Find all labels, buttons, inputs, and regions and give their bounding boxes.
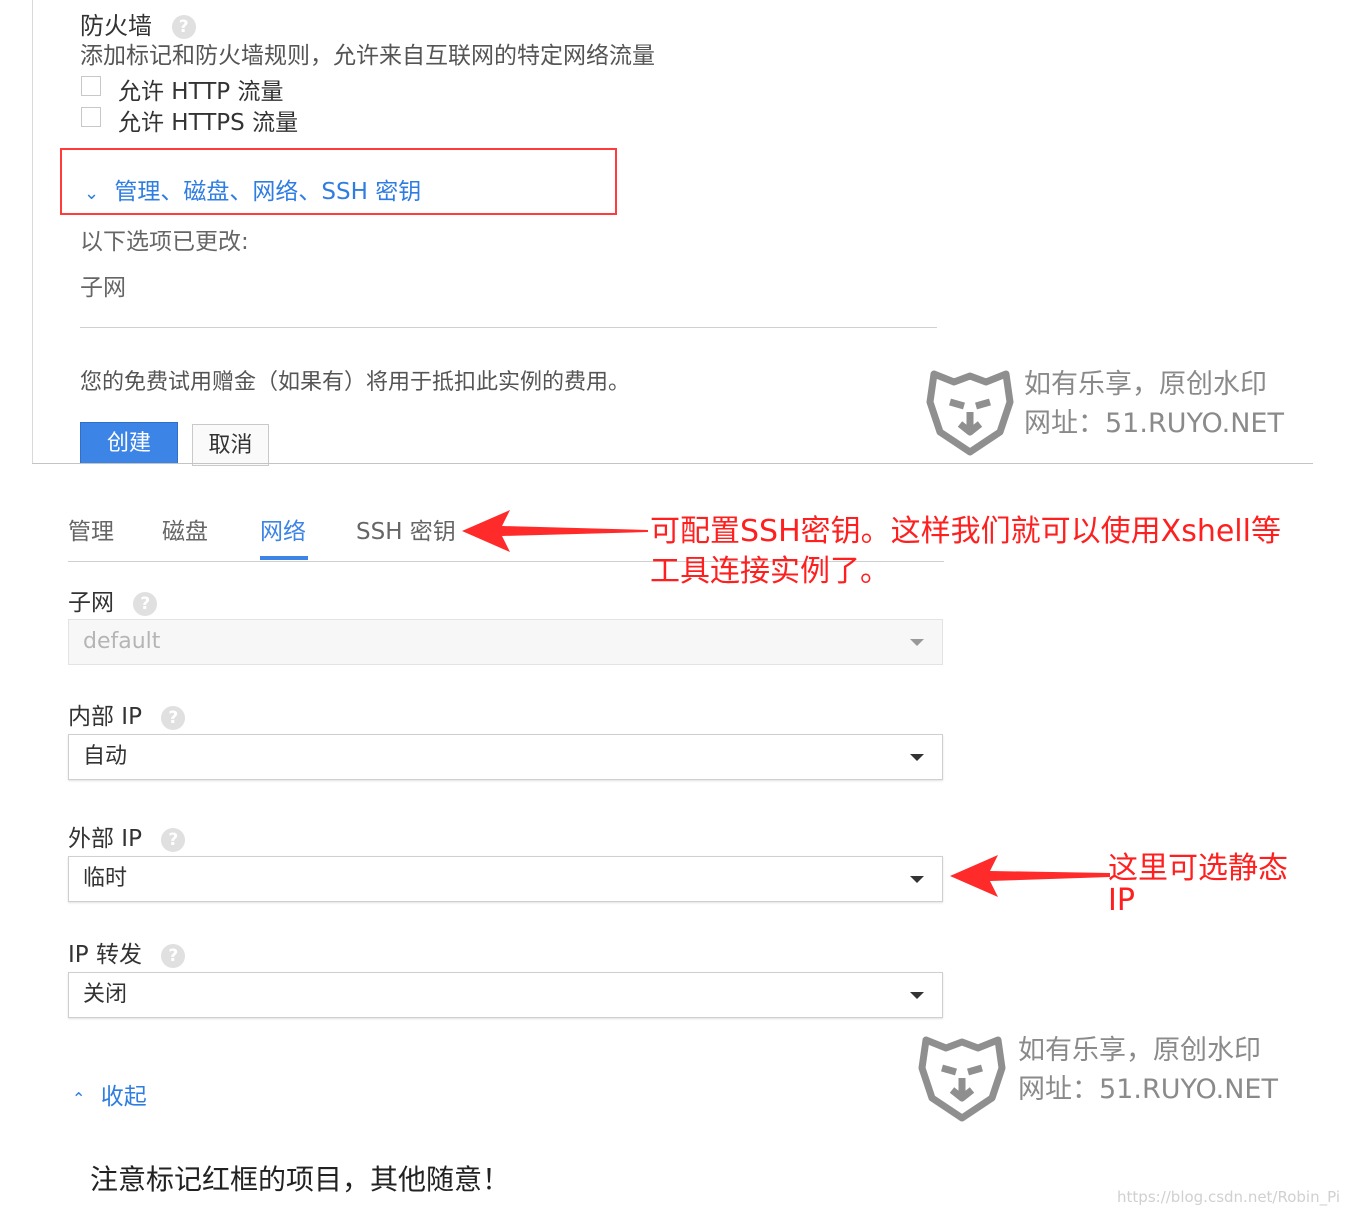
ip-annotation-line2: IP	[1108, 883, 1135, 918]
tab-disks[interactable]: 磁盘	[162, 512, 208, 546]
create-button[interactable]: 创建	[80, 422, 178, 464]
advanced-toggle-label: 管理、磁盘、网络、SSH 密钥	[114, 179, 422, 205]
help-icon[interactable]: ?	[161, 944, 186, 968]
internal-ip-value: 自动	[83, 744, 128, 769]
subnet-value: default	[83, 629, 161, 654]
subnet-label: 子网	[68, 590, 114, 616]
ip-forwarding-value: 关闭	[83, 982, 128, 1007]
allow-https-checkbox[interactable]	[81, 107, 101, 127]
changed-note: 以下选项已更改:	[80, 229, 249, 255]
ip-forwarding-select[interactable]: 关闭	[68, 972, 943, 1018]
active-tab-indicator	[260, 556, 308, 560]
red-arrow-icon	[950, 855, 1110, 897]
chevron-down-icon: ⌄	[84, 183, 100, 204]
help-icon[interactable]: ?	[161, 828, 186, 852]
watermark-line2: 网址：51.RUYO.NET	[1018, 1074, 1278, 1105]
panel-left-border	[32, 0, 33, 463]
caret-down-icon	[910, 876, 924, 883]
allow-http-checkbox[interactable]	[81, 76, 101, 96]
watermark-line2: 网址：51.RUYO.NET	[1024, 408, 1284, 439]
section-divider	[80, 327, 937, 328]
chevron-up-icon: ⌃	[72, 1089, 86, 1108]
changed-item: 子网	[80, 275, 126, 301]
tiger-logo-icon	[926, 370, 1014, 456]
collapse-label: 收起	[100, 1084, 147, 1110]
tiger-logo-icon	[918, 1036, 1006, 1122]
ip-annotation-line1: 这里可选静态	[1108, 851, 1288, 886]
internal-ip-label: 内部 IP	[68, 704, 142, 730]
collapse-toggle[interactable]: ⌃ 收起	[72, 1077, 147, 1111]
tab-management[interactable]: 管理	[68, 512, 114, 546]
internal-ip-label-row: 内部 IP ?	[68, 697, 186, 731]
watermark-line1: 如有乐享，原创水印	[1024, 369, 1267, 400]
advanced-toggle[interactable]: ⌄ 管理、磁盘、网络、SSH 密钥	[84, 172, 421, 206]
allow-http-label[interactable]: 允许 HTTP 流量	[118, 72, 283, 106]
ip-forwarding-label-row: IP 转发 ?	[68, 935, 186, 969]
free-trial-note: 您的免费试用赠金（如果有）将用于抵扣此实例的费用。	[80, 370, 631, 395]
firewall-description: 添加标记和防火墙规则，允许来自互联网的特定网络流量	[80, 43, 655, 69]
help-icon[interactable]: ?	[161, 706, 186, 730]
external-ip-label-row: 外部 IP ?	[68, 819, 186, 853]
red-arrow-icon	[462, 510, 648, 552]
credit-text: https://blog.csdn.net/Robin_Pi	[1117, 1188, 1340, 1206]
caret-down-icon	[910, 639, 924, 646]
ssh-annotation-line2: 工具连接实例了。	[650, 554, 890, 589]
allow-https-label[interactable]: 允许 HTTPS 流量	[118, 103, 298, 137]
footer-note: 注意标记红框的项目，其他随意！	[90, 1163, 511, 1196]
cancel-button[interactable]: 取消	[192, 424, 269, 466]
subnet-label-row: 子网 ?	[68, 583, 158, 617]
external-ip-label: 外部 IP	[68, 826, 142, 852]
help-icon[interactable]: ?	[133, 592, 158, 616]
subnet-select: default	[68, 619, 943, 665]
caret-down-icon	[910, 992, 924, 999]
watermark-line1: 如有乐享，原创水印	[1018, 1035, 1261, 1066]
external-ip-select[interactable]: 临时	[68, 856, 943, 902]
screenshot-divider	[32, 463, 1313, 464]
tab-ssh-keys[interactable]: SSH 密钥	[356, 512, 456, 546]
tab-networking[interactable]: 网络	[260, 512, 306, 546]
external-ip-value: 临时	[83, 866, 128, 891]
ssh-annotation-line1: 可配置SSH密钥。这样我们就可以使用Xshell等	[650, 514, 1281, 549]
ip-forwarding-label: IP 转发	[68, 942, 142, 968]
caret-down-icon	[910, 754, 924, 761]
internal-ip-select[interactable]: 自动	[68, 734, 943, 780]
